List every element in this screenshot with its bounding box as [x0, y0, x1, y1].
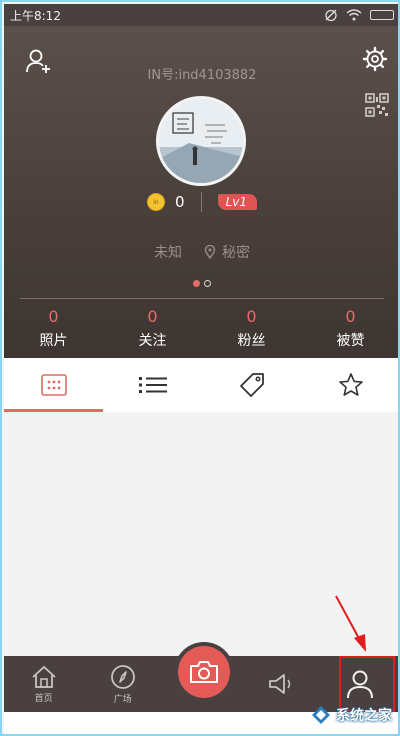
gear-icon: [362, 46, 388, 72]
app-frame: 上午8:12 IN号:ind4103882 in 0 Lv1 未知 秘密 0 照…: [0, 0, 400, 736]
nav-home[interactable]: 首页: [4, 656, 83, 712]
status-icons: [324, 8, 394, 22]
gender-label: 未知: [154, 245, 182, 261]
avatar-image: [159, 99, 243, 183]
stat-following[interactable]: 0 关注: [103, 306, 202, 352]
stat-label: 照片: [39, 333, 68, 349]
camera-button[interactable]: [178, 646, 230, 698]
tab-favorites[interactable]: [301, 358, 398, 412]
qr-code-icon: [365, 93, 389, 117]
nav-home-label: 首页: [34, 693, 53, 704]
wifi-icon: [346, 9, 362, 21]
speaker-icon: [269, 674, 291, 694]
status-time: 上午8:12: [10, 8, 61, 23]
page-dot: [204, 280, 211, 287]
nav-plaza-label: 广场: [113, 694, 132, 705]
nav-notifications[interactable]: [242, 656, 321, 712]
level-badge: Lv1: [217, 194, 257, 210]
tab-grid[interactable]: [4, 358, 103, 412]
page-indicator: [4, 280, 398, 287]
camera-icon: [190, 661, 218, 683]
grid-icon: [40, 374, 67, 396]
star-icon: [338, 373, 363, 396]
stat-value: 0: [345, 307, 356, 326]
stat-fans[interactable]: 0 粉丝: [202, 306, 301, 352]
stat-label: 关注: [138, 333, 167, 349]
location-label: 秘密: [222, 245, 250, 261]
stat-photos[interactable]: 0 照片: [4, 306, 103, 352]
list-icon: [138, 377, 167, 393]
compass-icon: [110, 664, 135, 689]
stat-label: 粉丝: [237, 333, 266, 349]
coin-icon: in: [147, 193, 166, 211]
content-tabs: [4, 358, 398, 412]
pointer-arrow-icon: [335, 595, 366, 652]
nav-plaza[interactable]: 广场: [83, 656, 162, 712]
divider: [200, 192, 202, 212]
alarm-off-icon: [325, 9, 337, 22]
watermark: 系统之家: [310, 704, 392, 726]
stats-row: 0 照片 0 关注 0 粉丝 0 被赞: [4, 306, 398, 352]
settings-button[interactable]: [360, 44, 390, 74]
location: 秘密: [204, 242, 250, 262]
profile-header: IN号:ind4103882 in 0 Lv1 未知 秘密 0 照片 0 关注 …: [4, 26, 398, 358]
home-icon: [31, 665, 56, 688]
coin-count: 0: [175, 193, 185, 211]
avatar[interactable]: [156, 96, 246, 186]
profile-meta: 未知 秘密: [4, 242, 398, 262]
location-pin-icon: [204, 245, 216, 259]
stat-likes[interactable]: 0 被赞: [301, 306, 398, 352]
status-bar: 上午8:12: [4, 4, 398, 26]
stat-value: 0: [246, 307, 257, 326]
watermark-text: 系统之家: [336, 708, 392, 724]
header-divider: [20, 298, 384, 299]
stat-label: 被赞: [336, 333, 365, 349]
watermark-logo-icon: [312, 706, 330, 724]
stat-value: 0: [147, 307, 158, 326]
badges-row: in 0 Lv1: [4, 192, 398, 212]
tab-tags[interactable]: [202, 358, 301, 412]
tab-list[interactable]: [103, 358, 202, 412]
qr-code-button[interactable]: [364, 92, 390, 118]
in-id: IN号:ind4103882: [147, 68, 257, 83]
page-dot-active: [193, 280, 200, 287]
tag-icon: [239, 373, 264, 397]
stat-value: 0: [48, 307, 59, 326]
battery-icon: [370, 10, 394, 20]
